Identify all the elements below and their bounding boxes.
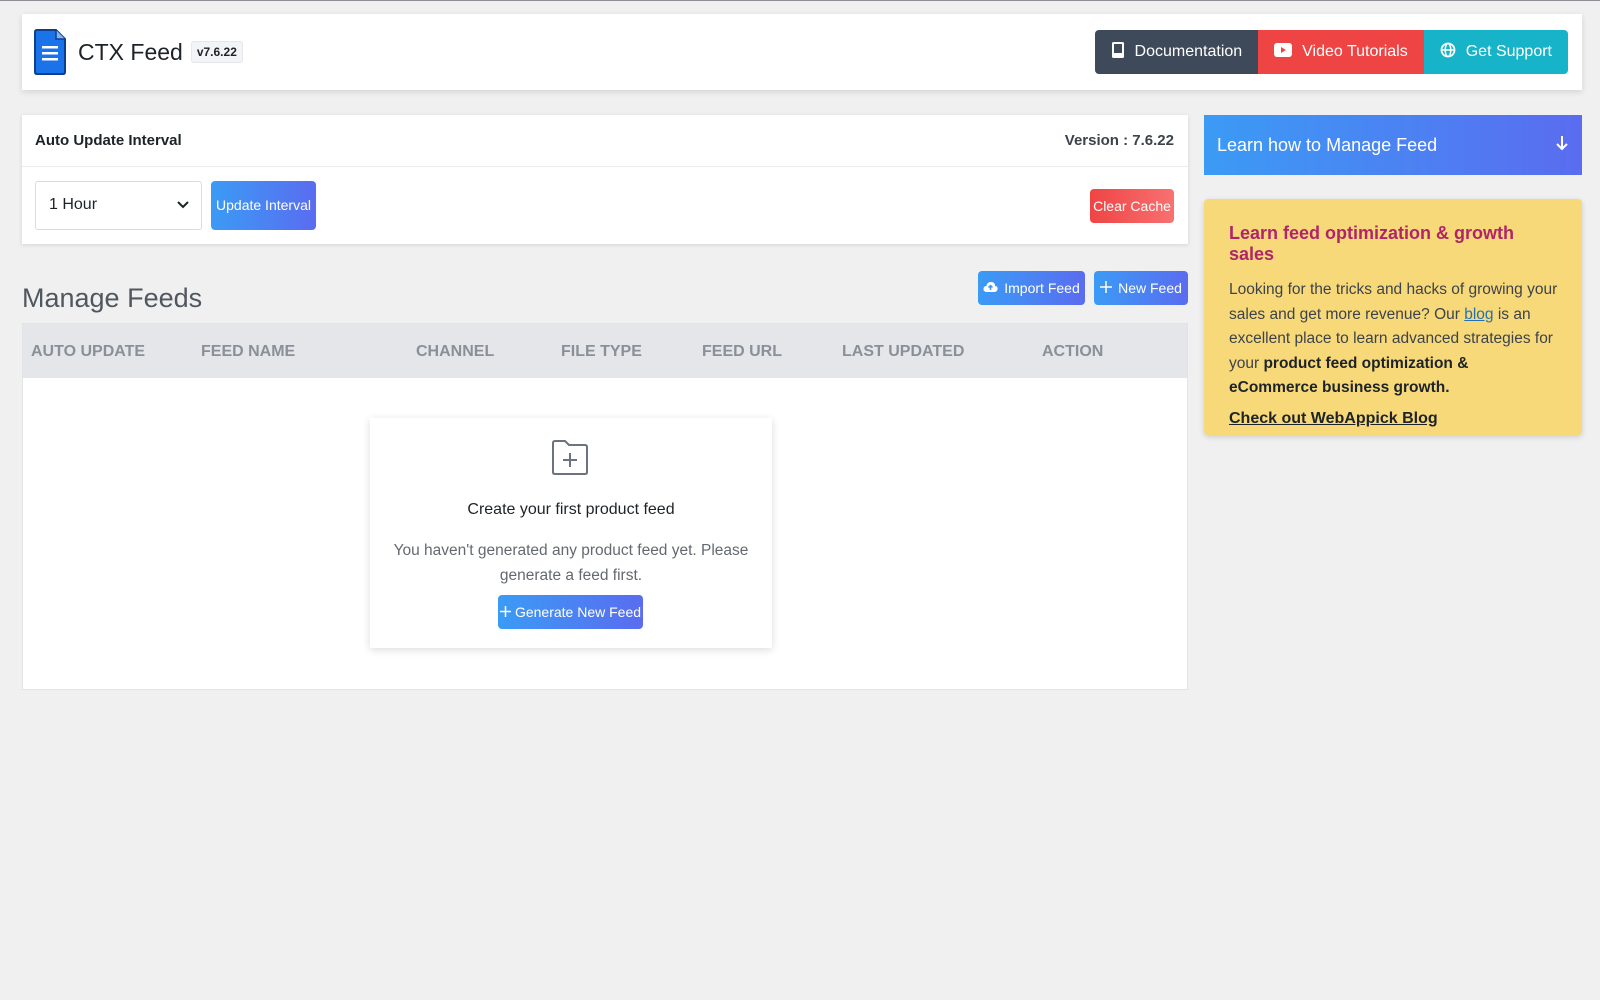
update-interval-button[interactable]: Update Interval xyxy=(211,180,316,230)
app-title: CTX Feed xyxy=(78,38,183,65)
brand: CTX Feed v7.6.22 xyxy=(34,29,243,75)
document-icon xyxy=(34,29,66,75)
column-header: FILE TYPE xyxy=(561,343,642,360)
empty-state-title: Create your first product feed xyxy=(467,501,675,518)
interval-select-value: 1 Hour xyxy=(49,196,98,213)
arrow-down-icon xyxy=(1556,135,1568,156)
promo-title: Learn feed optimization & growth sales xyxy=(1229,223,1515,264)
clear-cache-button[interactable]: Clear Cache xyxy=(1090,189,1174,223)
globe-icon xyxy=(1440,42,1456,63)
video-tutorials-label: Video Tutorials xyxy=(1302,43,1408,60)
generate-new-feed-label: Generate New Feed xyxy=(514,604,642,620)
auto-update-card: Auto Update Interval Version : 7.6.22 1 … xyxy=(22,115,1188,244)
blog-link[interactable]: blog xyxy=(1464,306,1493,323)
folder-plus-icon xyxy=(550,439,590,482)
column-header: FEED NAME xyxy=(201,343,296,360)
import-feed-button[interactable]: Import Feed xyxy=(978,271,1085,305)
interval-select[interactable]: 1 Hour xyxy=(35,180,202,230)
promo-card: Learn feed optimization & growth sales L… xyxy=(1204,199,1582,435)
learn-banner-label: Learn how to Manage Feed xyxy=(1217,134,1438,155)
app-header: CTX Feed v7.6.22 Documentation Video Tut… xyxy=(22,14,1582,90)
video-tutorials-button[interactable]: Video Tutorials xyxy=(1258,30,1424,74)
auto-update-card-body: 1 Hour Update Interval Clear Cache xyxy=(22,167,1188,243)
generate-new-feed-button[interactable]: Generate New Feed xyxy=(498,595,643,629)
header-actions: Documentation Video Tutorials Get Suppor… xyxy=(1094,30,1568,74)
youtube-icon xyxy=(1274,42,1293,62)
feeds-table: AUTO UPDATE FEED NAME CHANNEL FILE TYPE … xyxy=(22,323,1188,690)
version-badge: v7.6.22 xyxy=(190,41,243,63)
book-icon xyxy=(1111,41,1125,64)
new-feed-label: New Feed xyxy=(1118,280,1182,296)
get-support-label: Get Support xyxy=(1465,43,1552,60)
table-header: AUTO UPDATE FEED NAME CHANNEL FILE TYPE … xyxy=(23,324,1187,378)
column-header: CHANNEL xyxy=(416,343,495,360)
import-feed-label: Import Feed xyxy=(1004,280,1080,296)
auto-update-title: Auto Update Interval xyxy=(35,132,182,149)
new-feed-button[interactable]: New Feed xyxy=(1094,271,1188,305)
cloud-upload-icon xyxy=(983,280,998,296)
column-header: AUTO UPDATE xyxy=(31,343,146,360)
manage-feeds-title: Manage Feeds xyxy=(22,283,203,313)
promo-text-bold: product feed optimization & eCommerce bu… xyxy=(1229,354,1469,397)
plus-icon xyxy=(1100,280,1113,296)
auto-update-card-header: Auto Update Interval Version : 7.6.22 xyxy=(22,115,1188,167)
promo-text: Looking for the tricks and hacks of grow… xyxy=(1229,278,1558,401)
chevron-down-icon xyxy=(177,196,189,214)
empty-state-card: Create your first product feed You haven… xyxy=(370,418,772,648)
get-support-button[interactable]: Get Support xyxy=(1423,30,1568,74)
plus-icon xyxy=(499,604,511,620)
column-header: FEED URL xyxy=(702,343,782,360)
learn-manage-feed-banner[interactable]: Learn how to Manage Feed xyxy=(1204,115,1582,175)
column-header: ACTION xyxy=(1042,343,1104,360)
webappick-blog-link[interactable]: Check out WebAppick Blog xyxy=(1229,410,1438,428)
documentation-label: Documentation xyxy=(1134,43,1243,60)
empty-state-description: You haven't generated any product feed y… xyxy=(393,542,749,584)
documentation-button[interactable]: Documentation xyxy=(1094,30,1259,74)
version-text: Version : 7.6.22 xyxy=(1064,132,1174,149)
column-header: LAST UPDATED xyxy=(842,343,965,360)
